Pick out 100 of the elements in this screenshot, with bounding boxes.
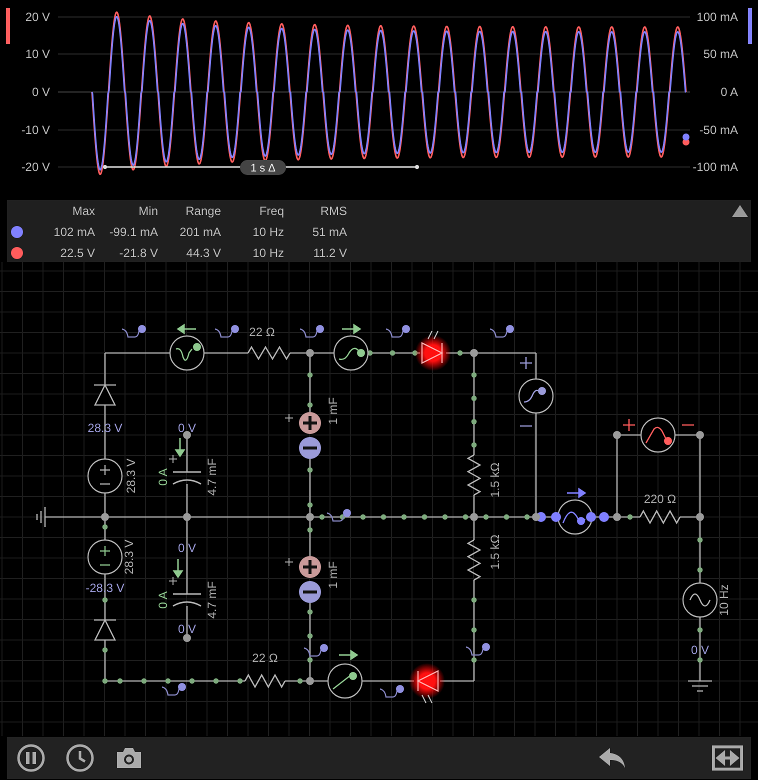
resistor-symbol (639, 510, 681, 524)
value-label: 22 Ω (249, 325, 275, 339)
current-dot (141, 678, 147, 684)
ammeter-symbol (333, 335, 369, 371)
axis-tick-label: -10 V (21, 123, 50, 137)
axis-tick-label: -20 V (21, 160, 50, 174)
current-dot (504, 514, 510, 520)
current-dot (307, 609, 313, 615)
node-dot (183, 431, 191, 439)
arrow-icon (172, 558, 183, 578)
value-label: 28.3 V (124, 458, 138, 494)
current-label: 0 A (156, 591, 170, 609)
node-dot (613, 513, 621, 521)
value-label: 1 mF (326, 397, 340, 425)
current-dot (524, 514, 530, 520)
current-dot (471, 396, 477, 402)
charge-dot (551, 512, 561, 522)
charge-dot (586, 512, 596, 522)
current-dot (442, 514, 448, 520)
axis-tick-label: 0 V (32, 85, 50, 99)
ammeter-symbol (557, 499, 593, 535)
probe-icon (162, 683, 186, 696)
wire (699, 617, 701, 681)
current-dot (307, 467, 313, 473)
value-label: 10 Hz (717, 584, 731, 616)
resistor-symbol (466, 454, 482, 496)
capacitor-symbol (168, 454, 202, 485)
capacitor-symbol (168, 576, 202, 607)
value-label: 1.5 kΩ (488, 462, 502, 498)
probe-icon (304, 644, 328, 657)
node-dot (306, 513, 314, 521)
probe-icon (326, 509, 351, 522)
value-label: 220 Ω (644, 492, 676, 506)
arrow-icon (341, 324, 361, 334)
current-dot (627, 514, 633, 520)
current-dot (697, 657, 703, 663)
diode-symbol (94, 618, 116, 641)
axis-tick-label: -100 mA (692, 160, 738, 174)
wire (204, 352, 248, 354)
node-dot (470, 513, 478, 521)
current-dot (307, 527, 313, 533)
history-button[interactable] (64, 742, 95, 774)
resistor-symbol (466, 539, 482, 581)
value-label: 4.7 mF (205, 458, 219, 496)
current-dot (307, 633, 313, 639)
resistor-symbol (244, 674, 286, 688)
current-dot (165, 678, 171, 684)
current-dot (102, 647, 108, 653)
electrolytic-capacitor-symbol (284, 412, 321, 459)
value-label: 1.5 kΩ (488, 534, 502, 570)
collapse-button[interactable] (732, 205, 748, 217)
current-dot (483, 514, 489, 520)
node-dot (532, 513, 540, 521)
column-header: Freq (258, 204, 284, 218)
node-dot (613, 431, 621, 439)
node-dot (101, 513, 109, 521)
ammeter-symbol (327, 663, 363, 699)
axis-tick-label: 10 V (25, 47, 50, 61)
current-label: 0 A (156, 468, 170, 486)
current-dot (471, 418, 477, 424)
arrow-icon (177, 324, 197, 334)
voltmeter-symbol (518, 356, 554, 427)
axis-tick-label: 50 mA (703, 47, 738, 61)
voltage-label: 0 V (691, 643, 709, 657)
fit-view-button[interactable] (712, 742, 743, 774)
voltage-label: 0 V (178, 541, 196, 555)
current-dot (360, 514, 366, 520)
probe-icon (300, 325, 324, 338)
table-cell-text: 51 mA (311, 224, 347, 238)
ammeter-symbol (169, 335, 205, 371)
current-dot (307, 657, 313, 663)
table-cell-text: 102 mA (52, 224, 95, 238)
charge-dot (599, 512, 609, 522)
value-label: 28.3 V (122, 540, 136, 574)
current-dot (297, 678, 303, 684)
column-header: Max (71, 204, 95, 218)
current-dot (102, 678, 108, 684)
current-dot (307, 402, 313, 408)
table-cell-text: 22.5 V (59, 246, 95, 260)
node-dot (183, 634, 191, 642)
diode-symbol (94, 384, 116, 406)
current-dot (307, 502, 313, 508)
ground-symbol (687, 680, 713, 692)
wire (104, 405, 106, 459)
table-cell-text: -99.1 mA (108, 224, 158, 238)
current-dot (471, 442, 477, 448)
current-dot (471, 597, 477, 603)
electrolytic-capacitor-symbol (284, 556, 321, 603)
pause-button[interactable] (15, 742, 46, 774)
current-dot (462, 514, 468, 520)
table-cell-text: 10 Hz (252, 246, 284, 260)
table-cell-text: 10 Hz (252, 224, 284, 238)
table-cell-text: 201 mA (178, 224, 221, 238)
node-dot (696, 513, 704, 521)
led-symbol (415, 330, 451, 371)
current-dot (471, 372, 477, 378)
column-header: RMS (319, 204, 347, 218)
voltage-label: 0 V (178, 622, 196, 636)
arrow-icon (338, 650, 358, 660)
current-dot (102, 524, 108, 530)
